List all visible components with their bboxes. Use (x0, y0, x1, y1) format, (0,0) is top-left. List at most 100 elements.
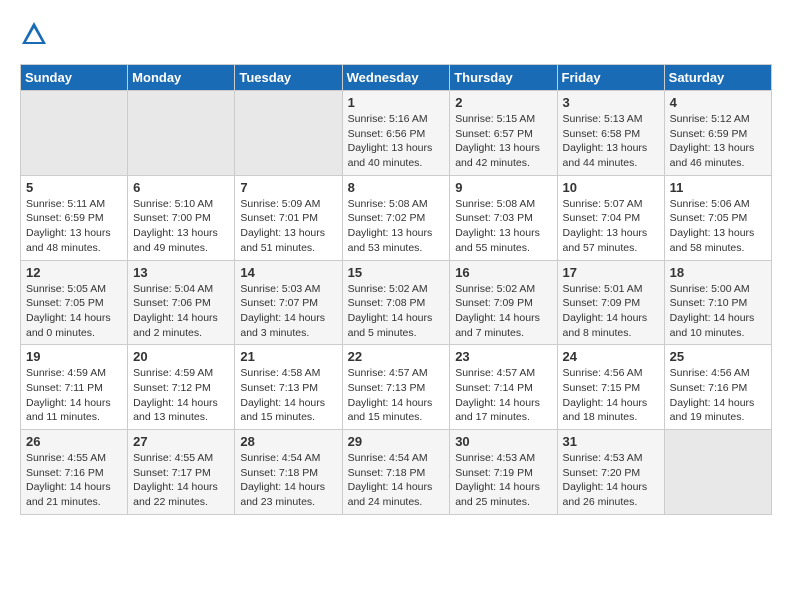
calendar-cell: 6 Sunrise: 5:10 AM Sunset: 7:00 PM Daylig… (128, 175, 235, 260)
calendar-cell: 3 Sunrise: 5:13 AM Sunset: 6:58 PM Daylig… (557, 91, 664, 176)
calendar-cell: 11 Sunrise: 5:06 AM Sunset: 7:05 PM Dayli… (664, 175, 771, 260)
day-number: 10 (563, 180, 659, 195)
day-number: 11 (670, 180, 766, 195)
day-number: 3 (563, 95, 659, 110)
day-info: Sunrise: 4:53 AM Sunset: 7:20 PM Dayligh… (563, 451, 659, 510)
day-info: Sunrise: 4:57 AM Sunset: 7:14 PM Dayligh… (455, 366, 551, 425)
calendar-header-friday: Friday (557, 65, 664, 91)
day-info: Sunrise: 4:56 AM Sunset: 7:15 PM Dayligh… (563, 366, 659, 425)
calendar-week-row: 1Sunrise: 5:16 AM Sunset: 6:56 PM Daylig… (21, 91, 772, 176)
calendar-cell: 14Sunrise: 5:03 AM Sunset: 7:07 PM Dayli… (235, 260, 342, 345)
day-number: 29 (348, 434, 445, 449)
day-number: 12 (26, 265, 122, 280)
calendar-cell: 1Sunrise: 5:16 AM Sunset: 6:56 PM Daylig… (342, 91, 450, 176)
day-info: Sunrise: 5:13 AM Sunset: 6:58 PM Dayligh… (563, 112, 659, 171)
calendar-cell (21, 91, 128, 176)
calendar-header-thursday: Thursday (450, 65, 557, 91)
day-info: Sunrise: 5:16 AM Sunset: 6:56 PM Dayligh… (348, 112, 445, 171)
page-header (20, 20, 772, 48)
day-info: Sunrise: 5:10 AM Sunset: 7:00 PM Dayligh… (133, 197, 229, 256)
calendar-cell: 29 Sunrise: 4:54 AM Sunset: 7:18 PM Dayli… (342, 430, 450, 515)
calendar-cell: 28Sunrise: 4:54 AM Sunset: 7:18 PM Dayli… (235, 430, 342, 515)
day-info: Sunrise: 5:05 AM Sunset: 7:05 PM Dayligh… (26, 282, 122, 341)
day-number: 13 (133, 265, 229, 280)
calendar-cell: 30Sunrise: 4:53 AM Sunset: 7:19 PM Dayli… (450, 430, 557, 515)
logo-icon (20, 20, 48, 48)
day-info: Sunrise: 4:54 AM Sunset: 7:18 PM Dayligh… (348, 451, 445, 510)
calendar-cell: 13 Sunrise: 5:04 AM Sunset: 7:06 PM Dayli… (128, 260, 235, 345)
day-info: Sunrise: 5:15 AM Sunset: 6:57 PM Dayligh… (455, 112, 551, 171)
logo (20, 20, 52, 48)
day-number: 6 (133, 180, 229, 195)
day-info: Sunrise: 4:58 AM Sunset: 7:13 PM Dayligh… (240, 366, 336, 425)
calendar-cell: 10 Sunrise: 5:07 AM Sunset: 7:04 PM Dayli… (557, 175, 664, 260)
day-number: 31 (563, 434, 659, 449)
calendar-cell (128, 91, 235, 176)
day-number: 5 (26, 180, 122, 195)
day-number: 4 (670, 95, 766, 110)
day-info: Sunrise: 5:08 AM Sunset: 7:03 PM Dayligh… (455, 197, 551, 256)
day-info: Sunrise: 5:07 AM Sunset: 7:04 PM Dayligh… (563, 197, 659, 256)
calendar-cell: 20 Sunrise: 4:59 AM Sunset: 7:12 PM Dayli… (128, 345, 235, 430)
day-number: 14 (240, 265, 336, 280)
day-number: 16 (455, 265, 551, 280)
day-number: 21 (240, 349, 336, 364)
day-info: Sunrise: 4:55 AM Sunset: 7:16 PM Dayligh… (26, 451, 122, 510)
calendar-cell: 9 Sunrise: 5:08 AM Sunset: 7:03 PM Daylig… (450, 175, 557, 260)
calendar-week-row: 5 Sunrise: 5:11 AM Sunset: 6:59 PM Daylig… (21, 175, 772, 260)
calendar-cell (664, 430, 771, 515)
calendar-header-wednesday: Wednesday (342, 65, 450, 91)
calendar-cell: 15Sunrise: 5:02 AM Sunset: 7:08 PM Dayli… (342, 260, 450, 345)
calendar-week-row: 19Sunrise: 4:59 AM Sunset: 7:11 PM Dayli… (21, 345, 772, 430)
calendar-cell: 2 Sunrise: 5:15 AM Sunset: 6:57 PM Daylig… (450, 91, 557, 176)
calendar-cell (235, 91, 342, 176)
day-number: 15 (348, 265, 445, 280)
calendar-cell: 19Sunrise: 4:59 AM Sunset: 7:11 PM Dayli… (21, 345, 128, 430)
calendar-cell: 7 Sunrise: 5:09 AM Sunset: 7:01 PM Daylig… (235, 175, 342, 260)
day-info: Sunrise: 4:53 AM Sunset: 7:19 PM Dayligh… (455, 451, 551, 510)
day-info: Sunrise: 5:12 AM Sunset: 6:59 PM Dayligh… (670, 112, 766, 171)
calendar-cell: 17 Sunrise: 5:01 AM Sunset: 7:09 PM Dayli… (557, 260, 664, 345)
calendar-cell: 24 Sunrise: 4:56 AM Sunset: 7:15 PM Dayli… (557, 345, 664, 430)
calendar-week-row: 12 Sunrise: 5:05 AM Sunset: 7:05 PM Dayli… (21, 260, 772, 345)
day-info: Sunrise: 5:00 AM Sunset: 7:10 PM Dayligh… (670, 282, 766, 341)
day-info: Sunrise: 4:59 AM Sunset: 7:12 PM Dayligh… (133, 366, 229, 425)
day-info: Sunrise: 5:01 AM Sunset: 7:09 PM Dayligh… (563, 282, 659, 341)
day-number: 19 (26, 349, 122, 364)
day-number: 27 (133, 434, 229, 449)
day-info: Sunrise: 5:08 AM Sunset: 7:02 PM Dayligh… (348, 197, 445, 256)
day-number: 2 (455, 95, 551, 110)
calendar-cell: 5 Sunrise: 5:11 AM Sunset: 6:59 PM Daylig… (21, 175, 128, 260)
calendar-week-row: 26Sunrise: 4:55 AM Sunset: 7:16 PM Dayli… (21, 430, 772, 515)
day-info: Sunrise: 4:54 AM Sunset: 7:18 PM Dayligh… (240, 451, 336, 510)
calendar-cell: 21 Sunrise: 4:58 AM Sunset: 7:13 PM Dayli… (235, 345, 342, 430)
day-number: 7 (240, 180, 336, 195)
day-info: Sunrise: 5:11 AM Sunset: 6:59 PM Dayligh… (26, 197, 122, 256)
calendar-cell: 4 Sunrise: 5:12 AM Sunset: 6:59 PM Daylig… (664, 91, 771, 176)
day-number: 17 (563, 265, 659, 280)
calendar-cell: 8 Sunrise: 5:08 AM Sunset: 7:02 PM Daylig… (342, 175, 450, 260)
day-info: Sunrise: 5:02 AM Sunset: 7:09 PM Dayligh… (455, 282, 551, 341)
day-number: 8 (348, 180, 445, 195)
calendar-cell: 16 Sunrise: 5:02 AM Sunset: 7:09 PM Dayli… (450, 260, 557, 345)
day-number: 22 (348, 349, 445, 364)
day-number: 20 (133, 349, 229, 364)
day-info: Sunrise: 5:06 AM Sunset: 7:05 PM Dayligh… (670, 197, 766, 256)
day-number: 9 (455, 180, 551, 195)
day-info: Sunrise: 5:04 AM Sunset: 7:06 PM Dayligh… (133, 282, 229, 341)
calendar-cell: 12 Sunrise: 5:05 AM Sunset: 7:05 PM Dayli… (21, 260, 128, 345)
calendar-cell: 27 Sunrise: 4:55 AM Sunset: 7:17 PM Dayli… (128, 430, 235, 515)
calendar-table: SundayMondayTuesdayWednesdayThursdayFrid… (20, 64, 772, 515)
day-number: 24 (563, 349, 659, 364)
day-info: Sunrise: 4:56 AM Sunset: 7:16 PM Dayligh… (670, 366, 766, 425)
calendar-header-sunday: Sunday (21, 65, 128, 91)
calendar-header-row: SundayMondayTuesdayWednesdayThursdayFrid… (21, 65, 772, 91)
calendar-header-monday: Monday (128, 65, 235, 91)
calendar-header-tuesday: Tuesday (235, 65, 342, 91)
calendar-header-saturday: Saturday (664, 65, 771, 91)
calendar-cell: 22 Sunrise: 4:57 AM Sunset: 7:13 PM Dayli… (342, 345, 450, 430)
day-number: 23 (455, 349, 551, 364)
day-info: Sunrise: 4:57 AM Sunset: 7:13 PM Dayligh… (348, 366, 445, 425)
day-info: Sunrise: 4:55 AM Sunset: 7:17 PM Dayligh… (133, 451, 229, 510)
day-info: Sunrise: 5:09 AM Sunset: 7:01 PM Dayligh… (240, 197, 336, 256)
